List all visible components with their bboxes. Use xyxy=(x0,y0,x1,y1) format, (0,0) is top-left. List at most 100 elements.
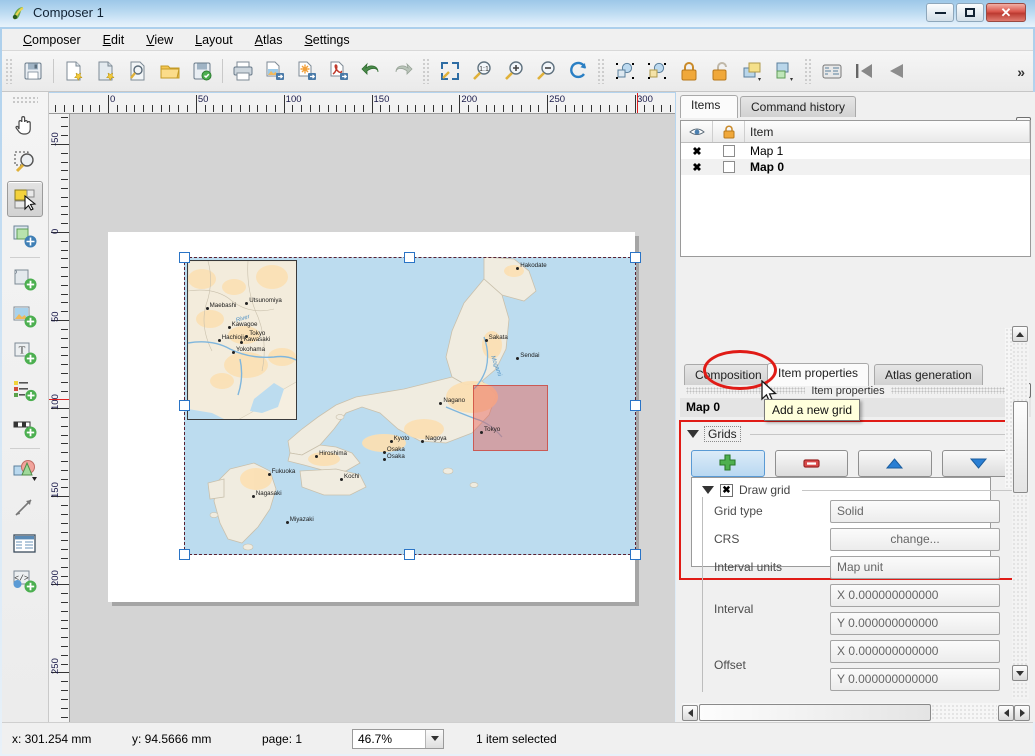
zoom-out-icon[interactable] xyxy=(531,56,561,86)
load-template-icon[interactable] xyxy=(155,56,185,86)
zoom-tool-icon[interactable] xyxy=(7,144,43,180)
atlas-prev-feature-icon[interactable] xyxy=(881,56,911,86)
resize-handle-e[interactable] xyxy=(630,400,641,411)
items-table[interactable]: Item ✖ Map 1 ✖ Map 0 xyxy=(680,120,1031,257)
add-map-icon[interactable] xyxy=(7,261,43,297)
print-icon[interactable] xyxy=(228,56,258,86)
lock-icon[interactable] xyxy=(713,121,745,142)
hscroll-left-button[interactable] xyxy=(682,704,698,721)
draw-grid-header[interactable]: ✖ Draw grid xyxy=(690,483,1020,497)
minimize-button[interactable] xyxy=(926,3,954,22)
lower-items-icon[interactable] xyxy=(770,56,800,86)
atlas-first-feature-icon[interactable] xyxy=(849,56,879,86)
resize-handle-w[interactable] xyxy=(179,400,190,411)
item-properties-hscrollbar[interactable] xyxy=(682,703,1030,722)
left-toolbar-grip[interactable] xyxy=(12,96,38,105)
undo-icon[interactable] xyxy=(356,56,386,86)
raise-items-icon[interactable] xyxy=(738,56,768,86)
resize-handle-se[interactable] xyxy=(630,549,641,560)
interval-x-input[interactable]: X 0.000000000000 xyxy=(830,583,1000,607)
offset-x-input[interactable]: X 0.000000000000 xyxy=(830,639,1000,663)
composer-canvas[interactable]: Hakodate Sakata Sendai Nagano Tokyo Nagoya Kyo… xyxy=(70,114,675,722)
map-item-map1[interactable]: Utsunomiya Maebashi Kawagoe Tokyo Hachioji Ka… xyxy=(187,260,297,420)
items-column-header-item[interactable]: Item xyxy=(745,121,1030,142)
zoom-full-icon[interactable] xyxy=(435,56,465,86)
pan-tool-icon[interactable] xyxy=(7,107,43,143)
add-shape-icon[interactable] xyxy=(7,452,43,488)
composition-page[interactable]: Hakodate Sakata Sendai Nagano Tokyo Nagoya Kyo… xyxy=(108,232,641,602)
menu-composer[interactable]: Composer xyxy=(14,30,90,50)
menu-atlas[interactable]: Atlas xyxy=(246,30,292,50)
scroll-up-button[interactable] xyxy=(1012,326,1028,342)
add-label-icon[interactable]: T xyxy=(7,335,43,371)
unlock-items-icon[interactable] xyxy=(706,56,736,86)
table-row[interactable]: ✖ Map 1 xyxy=(681,143,1030,159)
row-lock-toggle[interactable] xyxy=(713,161,745,173)
grid-type-combo[interactable]: Solid xyxy=(830,499,1000,523)
toolbar-grip[interactable] xyxy=(5,58,14,84)
maximize-button[interactable] xyxy=(956,3,984,22)
move-grid-up-button[interactable] xyxy=(858,450,932,477)
add-table-icon[interactable] xyxy=(7,526,43,562)
item-properties-vscrollbar-track[interactable] xyxy=(1012,326,1029,699)
export-image-icon[interactable] xyxy=(260,56,290,86)
add-html-icon[interactable]: </> xyxy=(7,563,43,599)
collapse-triangle-icon[interactable] xyxy=(687,430,699,438)
add-image-icon[interactable] xyxy=(7,298,43,334)
hscrollbar-track[interactable] xyxy=(699,704,997,721)
resize-handle-sw[interactable] xyxy=(179,549,190,560)
redo-icon[interactable] xyxy=(388,56,418,86)
grids-group-header[interactable]: Grids xyxy=(681,422,1015,442)
row-visibility-toggle[interactable]: ✖ xyxy=(681,145,713,158)
lock-items-icon[interactable] xyxy=(674,56,704,86)
row-visibility-toggle[interactable]: ✖ xyxy=(681,161,713,174)
toolbar-overflow-button[interactable]: » xyxy=(1017,64,1025,80)
move-grid-down-button[interactable] xyxy=(941,450,1015,477)
resize-handle-n[interactable] xyxy=(404,252,415,263)
move-item-content-icon[interactable] xyxy=(7,218,43,254)
add-legend-icon[interactable] xyxy=(7,372,43,408)
menu-edit[interactable]: Edit xyxy=(94,30,134,50)
menu-settings[interactable]: Settings xyxy=(295,30,358,50)
hscroll-prev-button[interactable] xyxy=(998,704,1014,721)
export-pdf-icon[interactable] xyxy=(324,56,354,86)
resize-handle-s[interactable] xyxy=(404,549,415,560)
toolbar-grip[interactable] xyxy=(597,58,606,84)
duplicate-composer-icon[interactable] xyxy=(91,56,121,86)
chevron-down-icon[interactable] xyxy=(425,729,443,748)
draw-grid-checkbox[interactable]: ✖ xyxy=(720,483,733,497)
select-move-item-icon[interactable] xyxy=(7,181,43,217)
zoom-level-combo[interactable]: 46.7% xyxy=(352,728,444,749)
tab-item-properties[interactable]: Item properties xyxy=(767,363,870,386)
collapse-triangle-icon[interactable] xyxy=(702,486,714,494)
export-svg-icon[interactable] xyxy=(292,56,322,86)
save-template-icon[interactable] xyxy=(187,56,217,86)
toolbar-grip[interactable] xyxy=(422,58,431,84)
zoom-in-icon[interactable] xyxy=(499,56,529,86)
menu-layout[interactable]: Layout xyxy=(186,30,242,50)
add-arrow-icon[interactable] xyxy=(7,489,43,525)
composer-manager-icon[interactable] xyxy=(123,56,153,86)
add-scalebar-icon[interactable] xyxy=(7,409,43,445)
remove-grid-button[interactable] xyxy=(774,450,848,477)
eye-icon[interactable] xyxy=(681,121,713,142)
hscroll-next-button[interactable] xyxy=(1014,704,1030,721)
refresh-icon[interactable] xyxy=(563,56,593,86)
row-lock-toggle[interactable] xyxy=(713,145,745,157)
vscrollbar-thumb[interactable] xyxy=(1013,401,1028,493)
menu-view[interactable]: View xyxy=(137,30,182,50)
interval-y-input[interactable]: Y 0.000000000000 xyxy=(830,611,1000,635)
resize-handle-nw[interactable] xyxy=(179,252,190,263)
resize-handle-ne[interactable] xyxy=(630,252,641,263)
add-grid-button[interactable] xyxy=(691,450,765,477)
tab-command-history[interactable]: Command history xyxy=(740,96,857,117)
hscrollbar-thumb[interactable] xyxy=(699,704,931,721)
crs-change-button[interactable]: change... xyxy=(830,527,1000,551)
new-composer-icon[interactable] xyxy=(59,56,89,86)
table-row[interactable]: ✖ Map 0 xyxy=(681,159,1030,175)
scroll-down-button[interactable] xyxy=(1012,665,1028,681)
atlas-settings-icon[interactable] xyxy=(817,56,847,86)
tab-items[interactable]: Items xyxy=(680,95,738,118)
ungroup-items-icon[interactable] xyxy=(642,56,672,86)
zoom-actual-icon[interactable]: 1:1 xyxy=(467,56,497,86)
